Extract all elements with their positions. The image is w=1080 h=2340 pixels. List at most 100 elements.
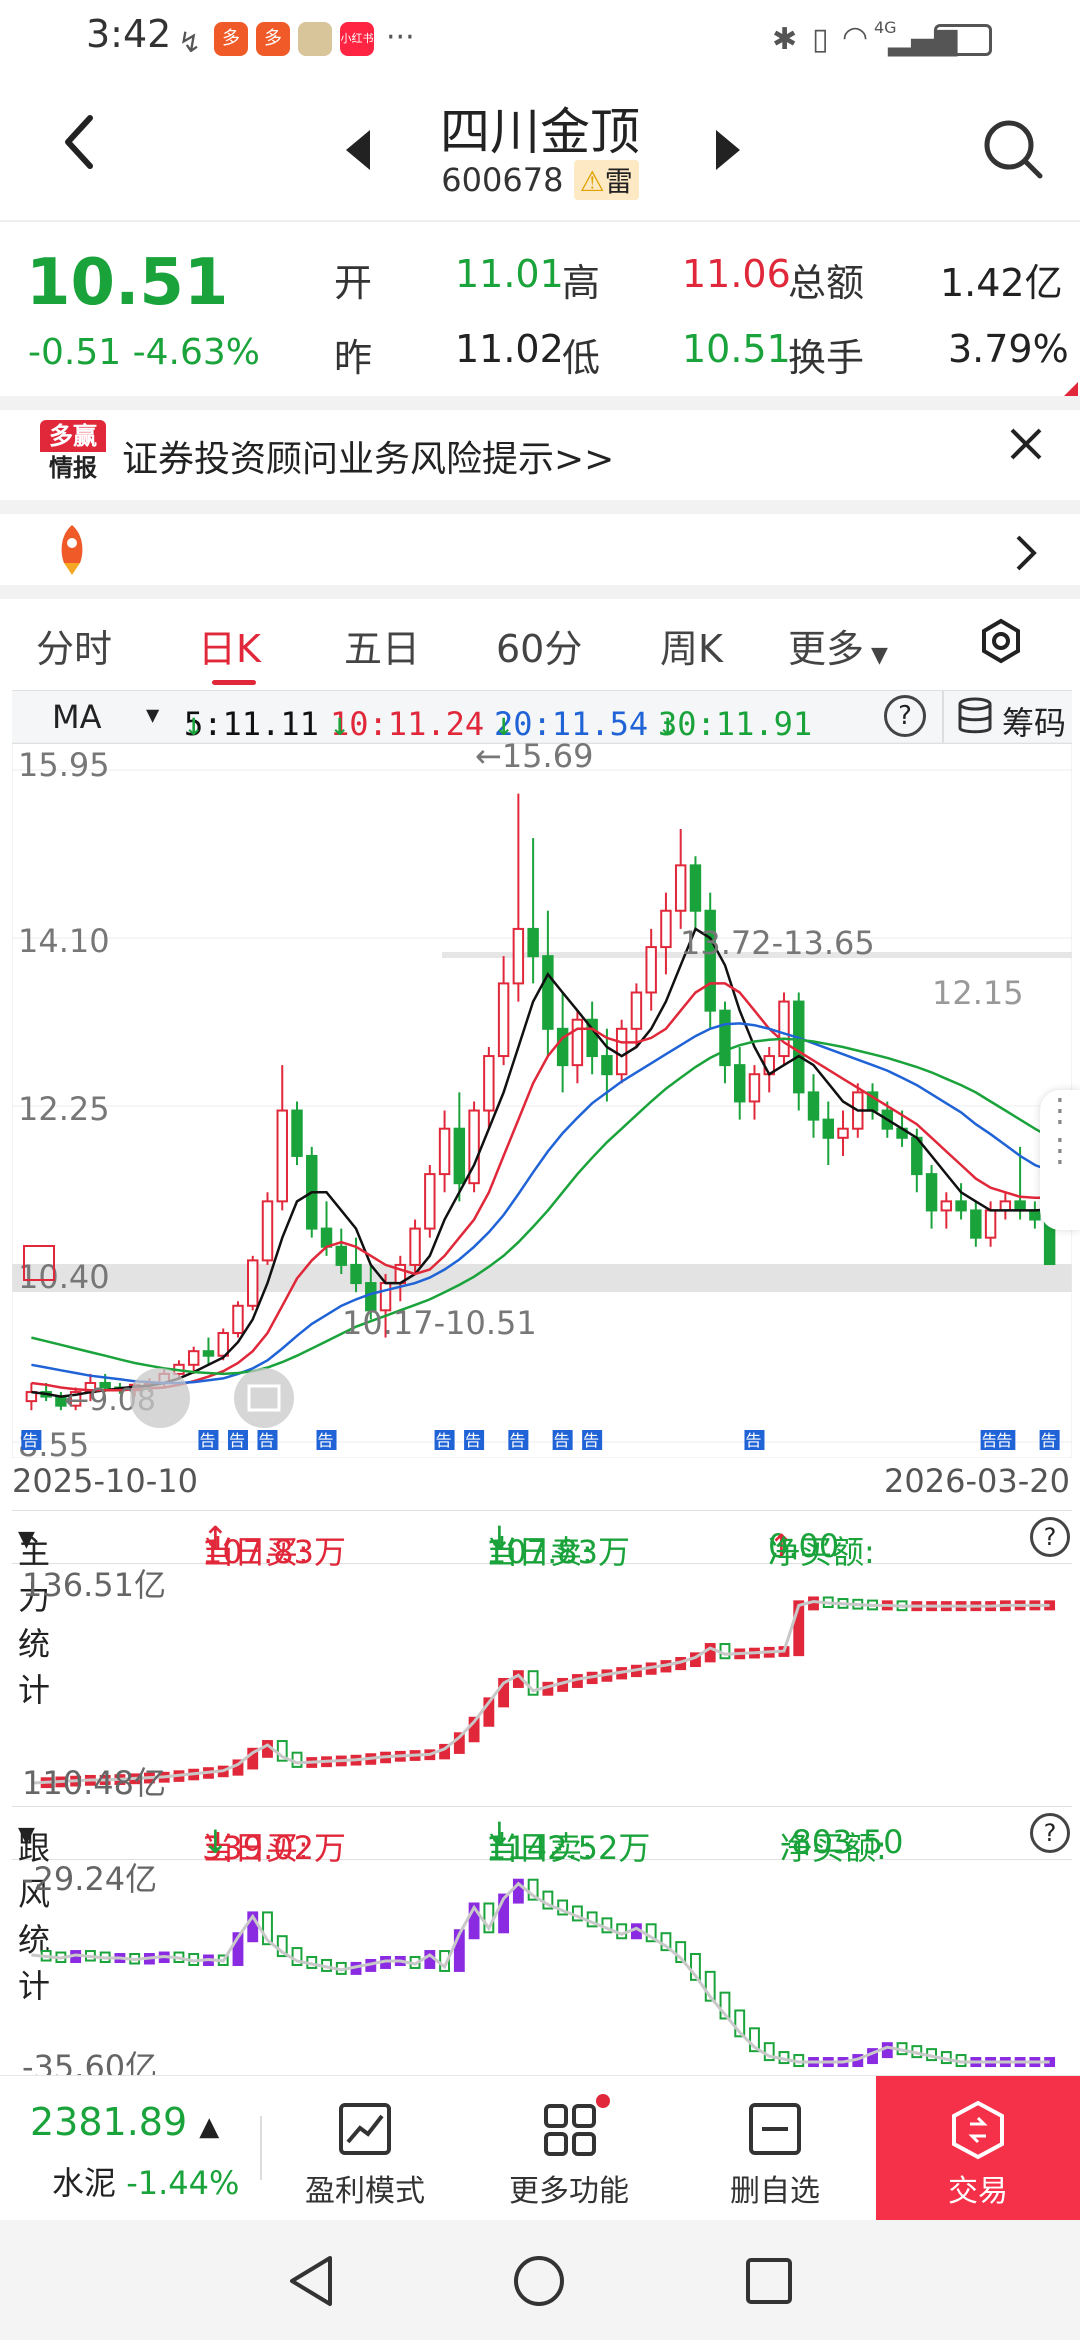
status-time: 3:42 (86, 12, 172, 56)
follow-header: 跟风统计 ▼ 当日买: 339.02万 ↓ 当日卖: 1142.52万 ↓ 净买额: -8… (12, 1806, 1072, 2005)
y-tick-label: 10.40 (18, 1258, 110, 1296)
announcement-mark-label: 告 (745, 1431, 761, 1450)
chart-border (12, 742, 1072, 1458)
app-badge-icon: 多 (214, 22, 248, 56)
logo-top-text: 多赢 (40, 420, 106, 452)
wifi-icon: ◠ (842, 20, 869, 55)
chips-button[interactable]: 筹码 (1002, 698, 1066, 744)
announcement-marks[interactable]: 告告告告告告告告告告告告告告 (21, 1430, 1060, 1450)
announcement-mark-label: 告 (229, 1431, 245, 1450)
candle-body (615, 1027, 628, 1076)
y-tick-label: 15.95 (18, 746, 110, 784)
side-more-handle[interactable]: ⋮ ⋮ (1040, 1090, 1080, 1230)
trend-chart-icon (339, 2103, 391, 2155)
main-force-chart[interactable]: 136.51亿 110.48亿 (12, 1562, 1072, 1802)
caret-down-icon[interactable]: ▼ (146, 703, 159, 728)
candle-body (232, 1304, 244, 1335)
close-banner-button[interactable] (1006, 424, 1046, 468)
ma-legend-row: MA ▼ 5:11.11 ↓ 10:11.24 ↓ 20:11.54 ↓ 30:11.… (12, 690, 1072, 744)
low-label: 低 (562, 336, 601, 380)
zoom-fit-button[interactable] (130, 1368, 190, 1428)
tab-weekly-k[interactable]: 周K (660, 618, 723, 673)
candle-body (984, 1209, 997, 1239)
nav-back-icon[interactable] (286, 2254, 336, 2308)
announcement-mark-label: 告 (199, 1431, 215, 1450)
indicator-select[interactable]: MA (52, 698, 102, 736)
turnover-value: 3.79% (948, 327, 1069, 371)
profit-mode-button[interactable]: 盈利模式 (290, 2076, 440, 2221)
nav-home-icon[interactable] (512, 2254, 566, 2308)
chart-settings-button[interactable] (978, 618, 1024, 668)
next-stock-button[interactable] (712, 128, 742, 176)
app-badge-icon: 多 (256, 22, 290, 56)
candle-body (999, 1200, 1012, 1212)
ma-line-ma30 (31, 1037, 1051, 1376)
index-value: 2381.89 ▲ (30, 2100, 220, 2144)
indicator-bar (719, 1643, 731, 1660)
high-annotation: ←15.69 (475, 742, 593, 775)
divider (942, 691, 944, 743)
zoom-buttons (130, 1368, 294, 1428)
tab-daily-k[interactable]: 日K (198, 618, 261, 673)
close-icon (1010, 428, 1042, 460)
announcement-mark-label: 告 (1041, 1431, 1057, 1450)
risk-notice-banner[interactable]: 多赢 情报 证券投资顾问业务风险提示>> (0, 410, 1080, 500)
rocket-icon (50, 523, 94, 581)
kline-chart[interactable]: 15.9514.1012.2510.408.55 ←15.69 13.72-13… (12, 742, 1072, 1458)
index-ticker[interactable]: 2381.89 ▲ 水泥 -1.44% (0, 2076, 255, 2221)
main-force-line (31, 1599, 1050, 1785)
notification-dot (596, 2094, 610, 2108)
stock-code: 600678 (441, 161, 564, 199)
search-button[interactable] (982, 118, 1044, 184)
candle-body (660, 909, 672, 949)
avatar-icon (298, 22, 332, 56)
candle-body (970, 1209, 982, 1239)
tab-intraday[interactable]: 分时 (36, 618, 112, 673)
open-label: 开 (334, 261, 373, 305)
bottom-toolbar: 2381.89 ▲ 水泥 -1.44% 盈利模式 更多功能 删自选 交易 (0, 2075, 1080, 2221)
divider (260, 2116, 262, 2180)
ma-line-ma20 (31, 1022, 1051, 1385)
promo-banner[interactable] (0, 515, 1080, 590)
candle-body (291, 1109, 303, 1157)
risk-badge[interactable]: ⚠雷 (573, 160, 639, 200)
follow-y-top: -29.24亿 (22, 1860, 157, 1898)
indicator-bar (291, 1751, 303, 1768)
candle-body (807, 1091, 820, 1121)
high-label: 高 (562, 261, 601, 305)
tab-more-label: 更多 (788, 627, 865, 671)
help-icon[interactable]: ? (1030, 1517, 1070, 1557)
indicator-bar (616, 1923, 628, 1940)
remove-watchlist-button[interactable]: 删自选 (700, 2076, 850, 2221)
chevron-right-icon (1014, 533, 1038, 577)
trade-label: 交易 (948, 2174, 1008, 2209)
candle-body (955, 1200, 967, 1212)
trade-button[interactable]: 交易 (876, 2076, 1080, 2221)
amount-label: 总额 (788, 261, 865, 305)
candle-body (778, 1000, 790, 1058)
prev-close-value: 11.02 (455, 327, 564, 371)
more-functions-button[interactable]: 更多功能 (494, 2076, 644, 2221)
candle-body (556, 1027, 569, 1067)
turnover-label: 换手 (788, 336, 865, 380)
ma-lines-group (31, 927, 1051, 1398)
help-icon[interactable]: ? (1030, 1813, 1070, 1853)
candle-body (320, 1227, 333, 1248)
help-icon[interactable]: ? (884, 695, 926, 737)
follow-chart[interactable]: -29.24亿 -35.60亿 (12, 1858, 1072, 2075)
announcement-mark-label: 告 (996, 1431, 1012, 1450)
tab-five-day[interactable]: 五日 (344, 618, 420, 673)
tab-more[interactable]: 更多 ▼ (788, 618, 888, 673)
candle-body (202, 1350, 215, 1357)
candle-body (940, 1200, 953, 1212)
stock-code-line: 600678 ⚠雷 (0, 160, 1080, 200)
main-force-header: 主力统计 ▼ 当日买: 107.83万 ↑ 当日卖: 107.83万 ↓ 净买额: 0.0… (12, 1510, 1072, 1709)
triangle-right-icon (716, 130, 740, 170)
candle-body (512, 927, 525, 985)
nav-recents-icon[interactable] (744, 2256, 794, 2306)
database-icon[interactable] (956, 697, 994, 743)
tab-60min[interactable]: 60分 (496, 618, 582, 673)
fullscreen-button[interactable] (234, 1368, 294, 1428)
candle-body (601, 1055, 613, 1076)
main-force-bars (40, 1596, 1056, 1789)
